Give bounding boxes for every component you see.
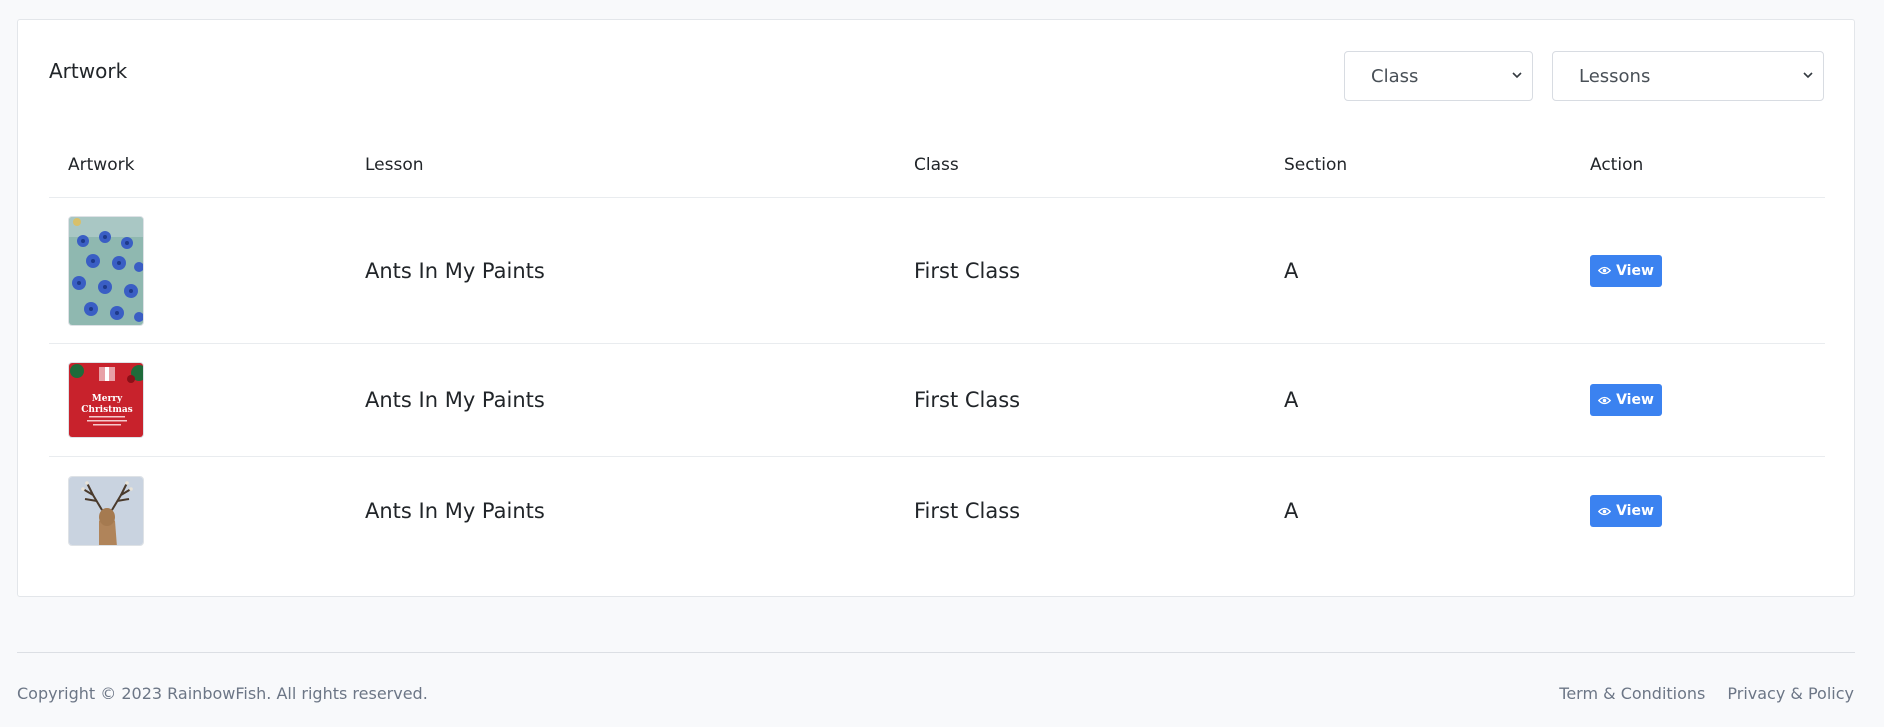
action-cell: View [1590, 198, 1662, 343]
table-row: Ants In My Paints First Class A View [49, 457, 1825, 565]
section-cell: A [1284, 499, 1299, 523]
footer-links: Term & Conditions Privacy & Policy [1559, 684, 1854, 703]
class-select[interactable]: Class [1344, 51, 1533, 101]
view-button[interactable]: View [1590, 384, 1662, 416]
artwork-thumbnail[interactable] [68, 476, 144, 546]
lesson-cell: Ants In My Paints [365, 258, 545, 283]
class-cell: First Class [914, 388, 1021, 412]
class-cell: First Class [914, 258, 1021, 283]
artwork-thumbnail[interactable] [68, 215, 144, 326]
christmas-text-line2: Christmas [81, 405, 133, 415]
header-class: Class [914, 155, 959, 175]
lesson-cell: Ants In My Paints [365, 499, 545, 523]
copyright-text: Copyright © 2023 RainbowFish. All rights… [17, 684, 428, 703]
chevron-down-icon [1512, 72, 1522, 79]
action-cell: View [1590, 457, 1662, 565]
lesson-cell: Ants In My Paints [365, 388, 545, 412]
header-lesson: Lesson [365, 155, 424, 175]
view-button-label: View [1616, 503, 1654, 519]
card-title: Artwork [49, 59, 128, 83]
terms-link[interactable]: Term & Conditions [1559, 684, 1705, 703]
view-button-label: View [1616, 262, 1654, 279]
artwork-thumbnail[interactable]: Merry Christmas [68, 362, 144, 438]
footer-divider [17, 652, 1855, 653]
table-row: Ants In My Paints First Class A View [49, 198, 1825, 344]
header-section: Section [1284, 155, 1348, 175]
artwork-cell [68, 198, 144, 343]
table-header: Artwork Lesson Class Section Action [49, 132, 1825, 198]
artwork-cell [68, 457, 144, 565]
blue-flowers-painting-icon [69, 216, 143, 325]
header-artwork: Artwork [68, 155, 135, 175]
section-cell: A [1284, 388, 1299, 412]
chevron-down-icon [1803, 72, 1813, 79]
eye-icon [1598, 396, 1612, 404]
christmas-text-line1: Merry [92, 394, 123, 404]
lessons-select-value: Lessons [1579, 65, 1651, 87]
eye-icon [1598, 266, 1612, 275]
view-button[interactable]: View [1590, 254, 1662, 287]
lessons-select[interactable]: Lessons [1552, 51, 1824, 101]
table-row: Merry Christmas Ants In My Paints First … [49, 344, 1825, 457]
class-select-value: Class [1371, 65, 1419, 87]
action-cell: View [1590, 344, 1662, 456]
artwork-card: Artwork Class Lessons Artwork Lesson Cla… [17, 19, 1855, 597]
eye-icon [1598, 507, 1612, 515]
reindeer-painting-icon [69, 477, 143, 545]
merry-christmas-card-icon: Merry Christmas [69, 363, 143, 437]
view-button-label: View [1616, 392, 1654, 408]
artwork-cell: Merry Christmas [68, 344, 144, 456]
privacy-link[interactable]: Privacy & Policy [1727, 684, 1854, 703]
header-action: Action [1590, 155, 1644, 175]
section-cell: A [1284, 258, 1299, 283]
view-button[interactable]: View [1590, 495, 1662, 527]
class-cell: First Class [914, 499, 1021, 523]
